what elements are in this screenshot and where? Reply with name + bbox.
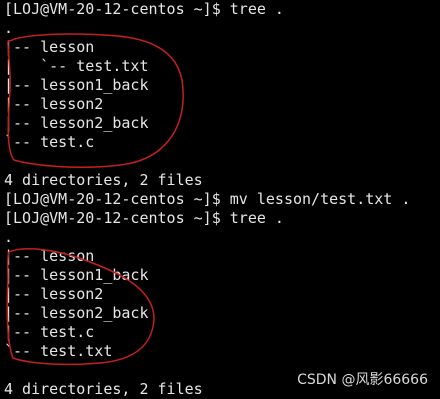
terminal-window[interactable]: [LOJ@VM-20-12-centos ~]$ tree . . |-- le… xyxy=(0,0,440,399)
tree-entry-lesson2: |-- lesson2 xyxy=(4,285,104,303)
tree-summary-line: 4 directories, 2 files xyxy=(4,380,203,398)
tree-summary-line: 4 directories, 2 files xyxy=(4,171,203,189)
tree-entry-lesson: |-- lesson xyxy=(4,247,95,265)
tree-entry-lesson1-back: |-- lesson1_back xyxy=(4,266,149,284)
mv-command-line: [LOJ@VM-20-12-centos ~]$ mv lesson/test.… xyxy=(4,190,411,208)
tree-entry-lesson-test-txt: | `-- test.txt xyxy=(4,57,149,75)
watermark: CSDN @风影66666 xyxy=(297,372,428,388)
tree-entry-lesson2-back: |-- lesson2_back xyxy=(4,304,149,322)
tree-entry-lesson2-back: |-- lesson2_back xyxy=(4,114,149,132)
tree-entry-lesson1-back: |-- lesson1_back xyxy=(4,76,149,94)
command-line: [LOJ@VM-20-12-centos ~]$ tree . xyxy=(4,209,284,227)
tree-entry-lesson2: |-- lesson2 xyxy=(4,95,104,113)
tree-entry-test-txt: `-- test.txt xyxy=(4,342,113,360)
tree-root-line: . xyxy=(4,19,14,37)
tree-entry-test-c: |-- test.c xyxy=(4,323,95,341)
tree-entry-test-c: `-- test.c xyxy=(4,133,95,151)
command-line: [LOJ@VM-20-12-centos ~]$ tree . xyxy=(4,0,284,18)
tree-entry-lesson: |-- lesson xyxy=(4,38,95,56)
tree-root-line: . xyxy=(4,228,14,246)
